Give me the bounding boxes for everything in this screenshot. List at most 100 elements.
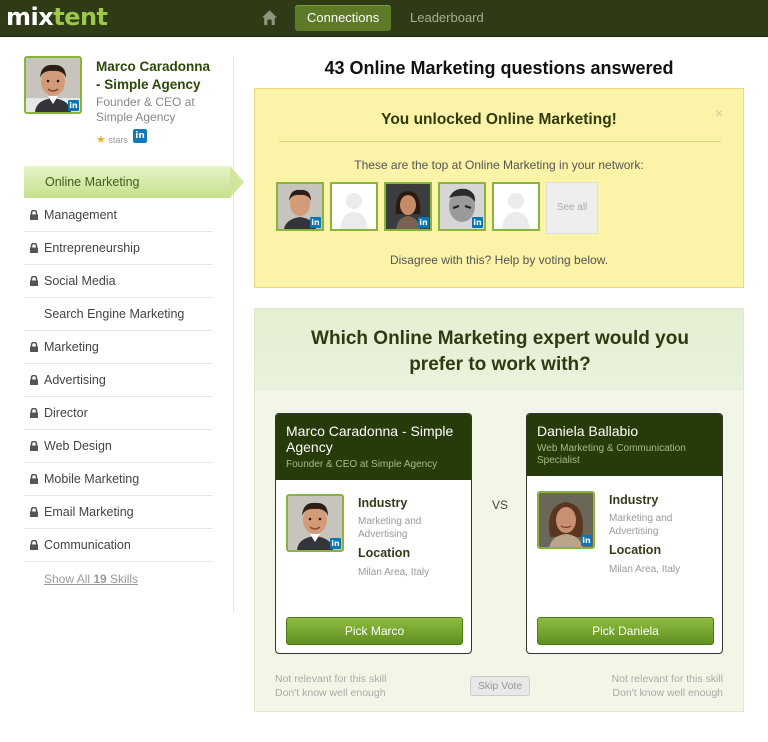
lock-icon [30,276,38,286]
skip-vote-button[interactable]: Skip Vote [470,676,530,696]
lock-icon [30,375,38,385]
linkedin-badge-icon: in [418,217,429,228]
unlock-panel: You unlocked Online Marketing! × These a… [254,88,744,288]
show-all-prefix: Show All [44,572,94,586]
sidebar-item-label: Web Design [44,439,112,453]
linkedin-icon[interactable]: in [133,129,147,143]
show-all-skills-link[interactable]: Show All 19 Skills [44,572,138,586]
profile-title: Founder & CEO at Simple Agency [96,95,195,124]
candidate-avatar[interactable]: in [537,491,595,549]
default-avatar-icon [332,184,376,229]
top-expert-avatar[interactable] [492,182,540,231]
logo-mix-text: mix [6,3,54,31]
pick-marco-button[interactable]: Pick Marco [286,617,463,645]
sidebar-item-label: Management [44,208,117,222]
profile-name[interactable]: Marco Caradonna - Simple Agency [96,58,216,94]
sidebar-item-email-marketing[interactable]: Email Marketing [24,496,213,529]
card-header: Marco Caradonna - Simple Agency Founder … [276,414,471,480]
vote-header: Which Online Marketing expert would you … [255,309,743,391]
lock-icon [30,408,38,418]
sidebar-item-search-engine-marketing[interactable]: Search Engine Marketing [24,298,213,331]
sidebar-item-label: Social Media [44,274,116,288]
linkedin-badge-icon: in [472,217,483,228]
sidebar-item-label: Entrepreneurship [44,241,140,255]
sidebar-item-social-media[interactable]: Social Media [24,265,213,298]
home-icon[interactable] [261,9,278,26]
top-expert-avatar[interactable]: in [384,182,432,231]
top-expert-avatar[interactable] [330,182,378,231]
sidebar-item-entrepreneurship[interactable]: Entrepreneurship [24,232,213,265]
divider [279,141,721,142]
profile-stars: ★ stars [96,133,128,146]
sidebar-item-advertising[interactable]: Advertising [24,364,213,397]
sidebar-item-communication[interactable]: Communication [24,529,213,562]
industry-label: Industry [609,493,659,507]
candidate-role: Founder & CEO at Simple Agency [286,459,438,470]
sidebar-item-label: Search Engine Marketing [44,307,185,321]
right-skip-options: Not relevant for this skill Don't know w… [612,672,723,700]
top-expert-avatar[interactable]: in [438,182,486,231]
lock-icon [30,243,38,253]
pick-daniela-button[interactable]: Pick Daniela [537,617,714,645]
lock-icon [30,474,38,484]
dont-know-link[interactable]: Don't know well enough [275,686,386,700]
linkedin-badge-icon: in [330,538,341,549]
not-relevant-link[interactable]: Not relevant for this skill [275,672,386,686]
sidebar-item-management[interactable]: Management [24,199,213,232]
page-title: 43 Online Marketing questions answered [324,58,674,78]
linkedin-badge-icon: in [581,535,592,546]
lock-icon [30,210,38,220]
industry-label: Industry [358,496,408,510]
nav-connections-tab[interactable]: Connections [295,5,392,31]
stars-label: stars [108,135,128,145]
show-all-count: 19 [93,572,107,586]
sidebar-item-label: Email Marketing [44,505,134,519]
sidebar-item-online-marketing[interactable]: Online Marketing [24,166,244,198]
profile-avatar[interactable]: in [24,56,82,114]
sidebar-item-marketing[interactable]: Marketing [24,331,213,364]
location-value: Milan Area, Italy [609,564,681,575]
candidate-avatar[interactable]: in [286,494,344,552]
star-icon: ★ [96,134,106,146]
sidebar-item-label: Director [44,406,88,420]
lock-icon [30,342,38,352]
candidate-card-right: Daniela Ballabio Web Marketing & Communi… [526,413,723,654]
left-skip-options: Not relevant for this skill Don't know w… [275,672,386,700]
sidebar-item-mobile-marketing[interactable]: Mobile Marketing [24,463,213,496]
candidate-card-left: Marco Caradonna - Simple Agency Founder … [275,413,472,654]
sidebar-divider [233,57,234,612]
lock-icon [30,441,38,451]
unlock-footer: Disagree with this? Help by voting below… [389,253,609,267]
sidebar-item-label: Marketing [44,340,99,354]
top-navigation-bar: mixtent Connections Leaderboard [0,0,768,37]
location-label: Location [358,546,411,560]
industry-value: Marketing and Advertising [358,516,422,540]
not-relevant-link[interactable]: Not relevant for this skill [612,672,723,686]
see-all-button[interactable]: See all [546,182,598,234]
show-all-suffix: Skills [106,572,139,586]
unlock-title: You unlocked Online Marketing! [381,111,617,128]
nav-leaderboard-tab[interactable]: Leaderboard [398,5,496,31]
location-value: Milan Area, Italy [358,567,430,578]
top-expert-avatar[interactable]: in [276,182,324,231]
vote-panel: Which Online Marketing expert would you … [254,308,744,712]
mixtent-logo[interactable]: mixtent [6,3,108,31]
unlock-subtitle: These are the top at Online Marketing in… [354,158,644,172]
sidebar-item-label: Mobile Marketing [44,472,140,486]
vote-question: Which Online Marketing expert would you … [311,328,689,375]
lock-icon [30,507,38,517]
sidebar-item-director[interactable]: Director [24,397,213,430]
candidate-name[interactable]: Marco Caradonna - Simple Agency [286,423,461,455]
sidebar-item-label: Advertising [44,373,106,387]
dont-know-link[interactable]: Don't know well enough [612,686,723,700]
sidebar-item-web-design[interactable]: Web Design [24,430,213,463]
candidate-name[interactable]: Daniela Ballabio [537,423,712,439]
card-header: Daniela Ballabio Web Marketing & Communi… [527,414,722,476]
skill-list: Management Entrepreneurship Social Media Se… [24,199,213,562]
vs-label: VS [492,498,509,512]
close-icon[interactable]: × [715,105,723,121]
default-avatar-icon [494,184,538,229]
linkedin-badge-icon: in [310,217,321,228]
location-label: Location [609,543,662,557]
linkedin-badge-icon: in [68,100,79,111]
